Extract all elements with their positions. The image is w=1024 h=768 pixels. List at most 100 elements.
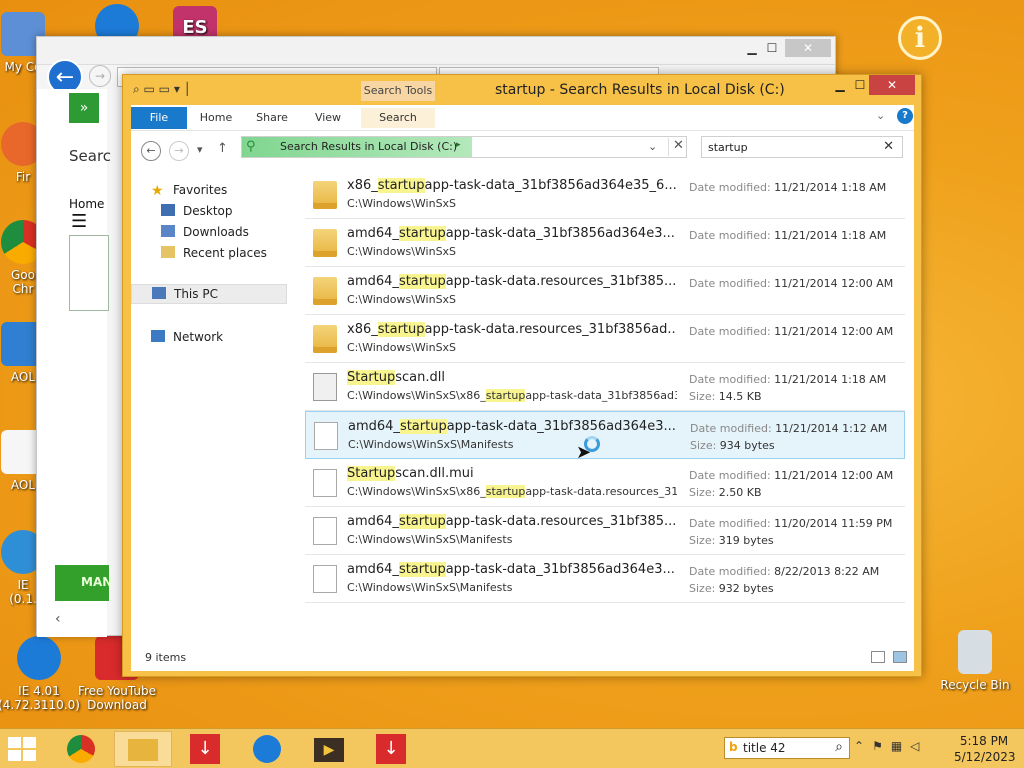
tray-search-text: title 42	[743, 741, 786, 755]
taskbar-fyd[interactable]: ↓	[362, 731, 420, 767]
search-input[interactable]: startup ✕	[701, 136, 903, 158]
name-suffix: scan.dll	[395, 370, 445, 385]
media-player-icon: ▶	[314, 738, 344, 762]
taskbar-download-app[interactable]: ↓	[176, 731, 234, 767]
browser-maximize-button[interactable]: ☐	[757, 39, 787, 57]
large-icons-view-icon[interactable]	[893, 651, 907, 663]
forward-arrow-icon[interactable]: →	[169, 141, 189, 161]
taskbar-ie[interactable]	[238, 731, 296, 767]
result-name[interactable]: x86_startupapp-task-data.resources_31bf3…	[347, 322, 677, 337]
date-label: Date modified:	[690, 422, 772, 435]
tab-view[interactable]: View	[305, 108, 351, 128]
browser-home-label[interactable]: Home	[69, 197, 104, 211]
desktop-icon-label: AOL	[10, 478, 36, 492]
info-icon[interactable]: i	[898, 16, 942, 60]
chevron-right-icon[interactable]: ▸	[456, 140, 461, 150]
network-icon	[151, 330, 165, 342]
result-name[interactable]: amd64_startupapp-task-data.resources_31b…	[347, 274, 677, 289]
clear-address-icon[interactable]: ✕	[668, 138, 688, 156]
result-date: Date modified: 11/21/2014 12:00 AM	[689, 325, 893, 338]
flag-icon[interactable]: ⚑	[872, 739, 891, 753]
menu-icon[interactable]: ☰	[71, 211, 87, 232]
browser-close-button[interactable]: ✕	[785, 39, 831, 57]
result-path: C:\Windows\WinSxS	[347, 341, 677, 354]
result-row[interactable]: x86_startupapp-task-data.resources_31bf3…	[305, 315, 905, 363]
taskbar-file-explorer[interactable]	[114, 731, 172, 767]
volume-icon[interactable]: ◁	[910, 739, 927, 753]
details-view-icon[interactable]	[871, 651, 885, 663]
scroll-left-icon[interactable]: ‹	[55, 611, 75, 627]
result-path: C:\Windows\WinSxS\Manifests	[347, 533, 677, 546]
up-arrow-icon[interactable]: ↑	[217, 141, 228, 156]
date-label: Date modified:	[689, 565, 771, 578]
help-icon[interactable]: ?	[897, 108, 913, 124]
path-prefix: C:\Windows\WinSxS	[347, 341, 457, 354]
date-value: 11/21/2014 12:00 AM	[774, 325, 894, 338]
close-button[interactable]: ✕	[869, 75, 915, 95]
tab-share[interactable]: Share	[249, 108, 295, 128]
system-tray[interactable]: ⌃⚑▦◁	[854, 739, 927, 753]
nav-item-recent-places[interactable]: Recent places	[161, 246, 267, 260]
tray-search-input[interactable]: b title 42 ⌕	[724, 737, 850, 759]
chevron-down-icon[interactable]: ⌄	[648, 140, 657, 153]
result-row[interactable]: Startupscan.dll C:\Windows\WinSxS\x86_sta…	[305, 363, 905, 411]
ie-icon	[253, 735, 281, 763]
network-icon[interactable]: ▦	[891, 739, 910, 753]
result-name[interactable]: amd64_startupapp-task-data_31bf3856ad364…	[348, 419, 678, 434]
date-label: Date modified:	[689, 469, 771, 482]
windows-start-icon[interactable]	[8, 737, 38, 761]
quick-access-toolbar[interactable]: ⌕ ▭ ▭ ▾ │	[133, 82, 191, 97]
address-bar[interactable]: Search Results in Local Disk (C:) ⚲ ▸ ⌄ …	[241, 136, 687, 158]
nav-item-label: Favorites	[173, 183, 228, 197]
result-row[interactable]: amd64_startupapp-task-data_31bf3856ad364…	[305, 219, 905, 267]
explorer-titlebar[interactable]: ⌕ ▭ ▭ ▾ │ Search Tools startup - Search …	[123, 75, 921, 105]
nav-item-label: Downloads	[183, 225, 249, 239]
path-prefix: C:\Windows\WinSxS\Manifests	[347, 581, 513, 594]
result-row[interactable]: amd64_startupapp-task-data_31bf3856ad364…	[305, 555, 905, 603]
result-name[interactable]: Startupscan.dll	[347, 370, 677, 385]
recent-locations-icon[interactable]: ▾	[197, 143, 203, 156]
nav-item-network[interactable]: Network	[151, 330, 223, 344]
result-name[interactable]: amd64_startupapp-task-data.resources_31b…	[347, 514, 677, 529]
tab-file[interactable]: File	[131, 107, 187, 129]
back-arrow-icon[interactable]: ←	[141, 141, 161, 161]
result-name[interactable]: amd64_startupapp-task-data_31bf3856ad364…	[347, 226, 677, 241]
nav-item-downloads[interactable]: Downloads	[161, 225, 249, 239]
nav-item-favorites[interactable]: ★ Favorites	[151, 183, 227, 199]
result-row[interactable]: amd64_startupapp-task-data.resources_31b…	[305, 507, 905, 555]
ribbon-collapse-icon[interactable]: ⌄	[876, 109, 885, 122]
taskbar: ↓ ▶ ↓ b title 42 ⌕ ⌃⚑▦◁ 5:18 PM 5/12/202…	[0, 728, 1024, 768]
nav-item-this-pc[interactable]: This PC	[131, 284, 287, 304]
taskbar-chrome[interactable]	[52, 731, 110, 767]
chevron-down-icon[interactable]: »	[69, 93, 99, 123]
name-prefix: amd64_	[347, 226, 399, 241]
result-name[interactable]: amd64_startupapp-task-data_31bf3856ad364…	[347, 562, 677, 577]
result-name[interactable]: Startupscan.dll.mui	[347, 466, 677, 481]
desktop-icon-recycle-bin[interactable]: Recycle Bin	[930, 630, 1020, 692]
date-value: 11/21/2014 1:18 AM	[774, 373, 887, 386]
path-prefix: C:\Windows\WinSxS	[347, 245, 457, 258]
browser-search-label[interactable]: Searc	[69, 147, 111, 165]
tab-search[interactable]: Search	[361, 108, 435, 128]
result-row[interactable]: Startupscan.dll.mui C:\Windows\WinSxS\x86…	[305, 459, 905, 507]
browser-green-button[interactable]: MAN	[55, 565, 112, 601]
tab-home[interactable]: Home	[193, 108, 239, 128]
chevron-up-icon[interactable]: ⌃	[854, 739, 872, 753]
status-bar: 9 items	[131, 645, 914, 671]
breadcrumb[interactable]: Search Results in Local Disk (C:)	[242, 137, 472, 157]
result-row[interactable]: amd64_startupapp-task-data_31bf3856ad364…	[305, 411, 905, 459]
result-row[interactable]: amd64_startupapp-task-data.resources_31b…	[305, 267, 905, 315]
name-match: startup	[398, 562, 446, 577]
close-icon[interactable]: ✕	[883, 139, 894, 154]
result-row[interactable]: x86_startupapp-task-data_31bf3856ad364e3…	[305, 171, 905, 219]
path-prefix: C:\Windows\WinSxS\Manifests	[347, 533, 513, 546]
search-icon[interactable]: ⌕	[835, 739, 843, 755]
taskbar-media-app[interactable]: ▶	[300, 731, 358, 767]
result-path: C:\Windows\WinSxS\x86_startupapp-task-da…	[347, 389, 677, 402]
result-path: C:\Windows\WinSxS\Manifests	[347, 581, 677, 594]
result-name[interactable]: x86_startupapp-task-data_31bf3856ad364e3…	[347, 178, 677, 193]
clock[interactable]: 5:18 PM 5/12/2023	[954, 733, 1016, 765]
nav-item-desktop[interactable]: Desktop	[161, 204, 233, 218]
forward-arrow-icon[interactable]: →	[89, 65, 111, 87]
result-size: Size: 14.5 KB	[689, 390, 762, 403]
